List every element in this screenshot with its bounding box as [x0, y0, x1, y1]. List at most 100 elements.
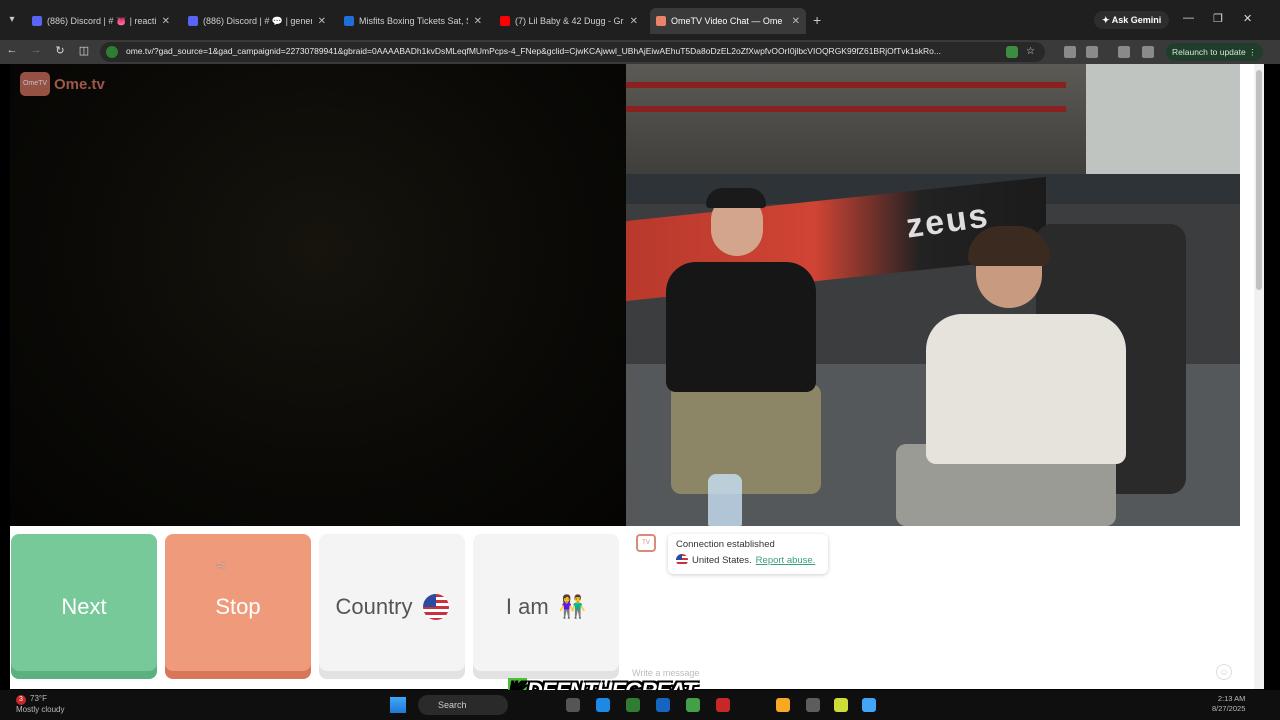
- close-tab-icon[interactable]: ✕: [162, 16, 170, 27]
- tab-search-icon[interactable]: ▾: [4, 12, 20, 28]
- app-icon[interactable]: [834, 698, 848, 712]
- address-bar-row: ← → ↻ ◫ ome.tv/?gad_source=1&gad_campaig…: [0, 40, 1280, 64]
- reload-icon[interactable]: ↻: [52, 44, 68, 57]
- windows-taskbar: 3 73°F Mostly cloudy Search 2:13 AM 8/27/…: [0, 690, 1280, 720]
- restore-icon[interactable]: ❐: [1213, 12, 1223, 25]
- scrollbar-thumb[interactable]: [1256, 70, 1262, 290]
- stop-label: Stop: [215, 593, 261, 619]
- tab-title: Misfits Boxing Tickets Sat, Sep: [359, 16, 468, 26]
- page-scrollbar[interactable]: [1254, 64, 1264, 689]
- discord-icon: [32, 16, 42, 26]
- next-label: Next: [61, 593, 107, 619]
- gym-window: [1086, 64, 1240, 174]
- remote-video: zeus: [626, 64, 1240, 526]
- country-button[interactable]: Country: [319, 534, 465, 679]
- url-field[interactable]: ome.tv/?gad_source=1&gad_campaignid=2273…: [100, 42, 1045, 62]
- extensions-puzzle-icon[interactable]: [1086, 46, 1098, 58]
- relaunch-label: Relaunch to update: [1172, 47, 1246, 57]
- tab-discord-general[interactable]: (886) Discord | # 💬 | general | ✕: [182, 10, 332, 32]
- obs-icon[interactable]: [806, 698, 820, 712]
- file-explorer-icon[interactable]: [776, 698, 790, 712]
- tab-youtube[interactable]: (7) Lil Baby & 42 Dugg - Grace ✕: [494, 10, 644, 32]
- close-tab-icon[interactable]: ✕: [474, 16, 482, 27]
- youtube-icon: [500, 16, 510, 26]
- close-tab-icon[interactable]: ✕: [630, 16, 638, 27]
- bookmark-star-icon[interactable]: ☆: [1026, 46, 1038, 58]
- couple-icon: 👫: [558, 593, 587, 619]
- back-icon[interactable]: ←: [4, 44, 20, 56]
- ask-gemini-button[interactable]: ✦ Ask Gemini: [1094, 11, 1170, 29]
- profile-icon[interactable]: [1142, 46, 1154, 58]
- gemini-icon: ✦: [1102, 15, 1110, 25]
- ometv-page: OmeTV Ome.tv zeus Next Stop Country I am…: [10, 64, 1254, 689]
- weather-temp: 73°F: [30, 694, 47, 703]
- clock-time: 2:13 AM: [1217, 694, 1246, 703]
- ometv-logo-mark: OmeTV: [20, 72, 50, 96]
- taskbar-search-label: Search: [438, 700, 467, 710]
- tab-discord-reaction[interactable]: (886) Discord | # 👅 | reaction ✕: [26, 10, 176, 32]
- minimize-icon[interactable]: —: [1183, 12, 1194, 24]
- tab-title: (7) Lil Baby & 42 Dugg - Grace: [515, 16, 624, 26]
- person-torso: [926, 314, 1126, 464]
- close-tab-icon[interactable]: ✕: [318, 16, 326, 27]
- clock-date: 8/27/2025: [1212, 704, 1246, 713]
- tab-ometv[interactable]: OmeTV Video Chat — Ome ✕: [650, 8, 806, 34]
- tab-misfits-tickets[interactable]: Misfits Boxing Tickets Sat, Sep ✕: [338, 10, 488, 32]
- person-right: [896, 224, 1196, 526]
- emoji-icon[interactable]: ☺: [1216, 664, 1232, 680]
- person-left: [636, 184, 856, 526]
- taskbar-clock[interactable]: 2:13 AM 8/27/2025: [1212, 694, 1245, 714]
- ometv-logo[interactable]: OmeTV Ome.tv: [20, 72, 105, 96]
- weather-desc: Mostly cloudy: [16, 705, 65, 714]
- app-icon[interactable]: [862, 698, 876, 712]
- chrome-icon[interactable]: [686, 698, 700, 712]
- us-flag-icon: [676, 554, 688, 566]
- gender-label: I am: [505, 593, 549, 619]
- new-tab-icon[interactable]: +: [813, 12, 821, 28]
- next-button[interactable]: Next: [11, 534, 157, 679]
- browser-tab-strip: ▾ (886) Discord | # 👅 | reaction ✕ (886)…: [0, 0, 1280, 40]
- side-panel-icon[interactable]: ◫: [76, 44, 92, 57]
- message-input[interactable]: Write a message: [632, 668, 1192, 678]
- person-hair: [968, 226, 1050, 266]
- store-icon[interactable]: [626, 698, 640, 712]
- person-legs: [671, 384, 821, 494]
- ometv-chat-icon: TV: [636, 534, 656, 552]
- stop-button[interactable]: Stop: [165, 534, 311, 679]
- ask-gemini-label: Ask Gemini: [1111, 15, 1162, 25]
- report-abuse-link[interactable]: Report abuse.: [756, 555, 816, 566]
- weather-widget[interactable]: 3 73°F Mostly cloudy: [16, 694, 64, 715]
- tab-title: (886) Discord | # 👅 | reaction: [47, 15, 156, 26]
- ticket-site-icon: [344, 16, 354, 26]
- gender-button[interactable]: I am 👫: [473, 534, 619, 679]
- partner-country: United States.: [692, 554, 752, 566]
- local-video: OmeTV Ome.tv: [10, 64, 626, 526]
- ring-rope: [626, 106, 1066, 112]
- forward-icon[interactable]: →: [28, 44, 44, 56]
- person-torso: [666, 262, 816, 392]
- relaunch-button[interactable]: Relaunch to update ⋮: [1166, 43, 1263, 61]
- connection-status: Connection established: [676, 539, 775, 550]
- app-icon[interactable]: [716, 698, 730, 712]
- ometv-icon: [656, 16, 666, 26]
- tab-title: (886) Discord | # 💬 | general |: [203, 15, 312, 26]
- system-message: Connection established United States. Re…: [668, 534, 828, 574]
- extension-icon[interactable]: [1006, 46, 1018, 58]
- weather-badge: 3: [16, 695, 26, 705]
- edge-icon[interactable]: [596, 698, 610, 712]
- chat-panel: TV Connection established United States.…: [626, 526, 1240, 689]
- task-view-icon[interactable]: [566, 698, 580, 712]
- extension-badge-icon[interactable]: [1064, 46, 1076, 58]
- downloads-icon[interactable]: [1118, 46, 1130, 58]
- close-window-icon[interactable]: ✕: [1243, 12, 1252, 25]
- url-text: ome.tv/?gad_source=1&gad_campaignid=2273…: [126, 46, 941, 56]
- mouse-cursor-icon: ☜: [214, 558, 227, 574]
- site-info-icon[interactable]: [106, 46, 118, 58]
- taskbar-search[interactable]: Search: [418, 695, 508, 715]
- water-bottle: [708, 474, 742, 526]
- ring-rope: [626, 82, 1066, 88]
- person-cap: [706, 188, 766, 208]
- close-tab-icon[interactable]: ✕: [792, 16, 800, 27]
- windows-start-icon[interactable]: [390, 697, 406, 713]
- mail-icon[interactable]: [656, 698, 670, 712]
